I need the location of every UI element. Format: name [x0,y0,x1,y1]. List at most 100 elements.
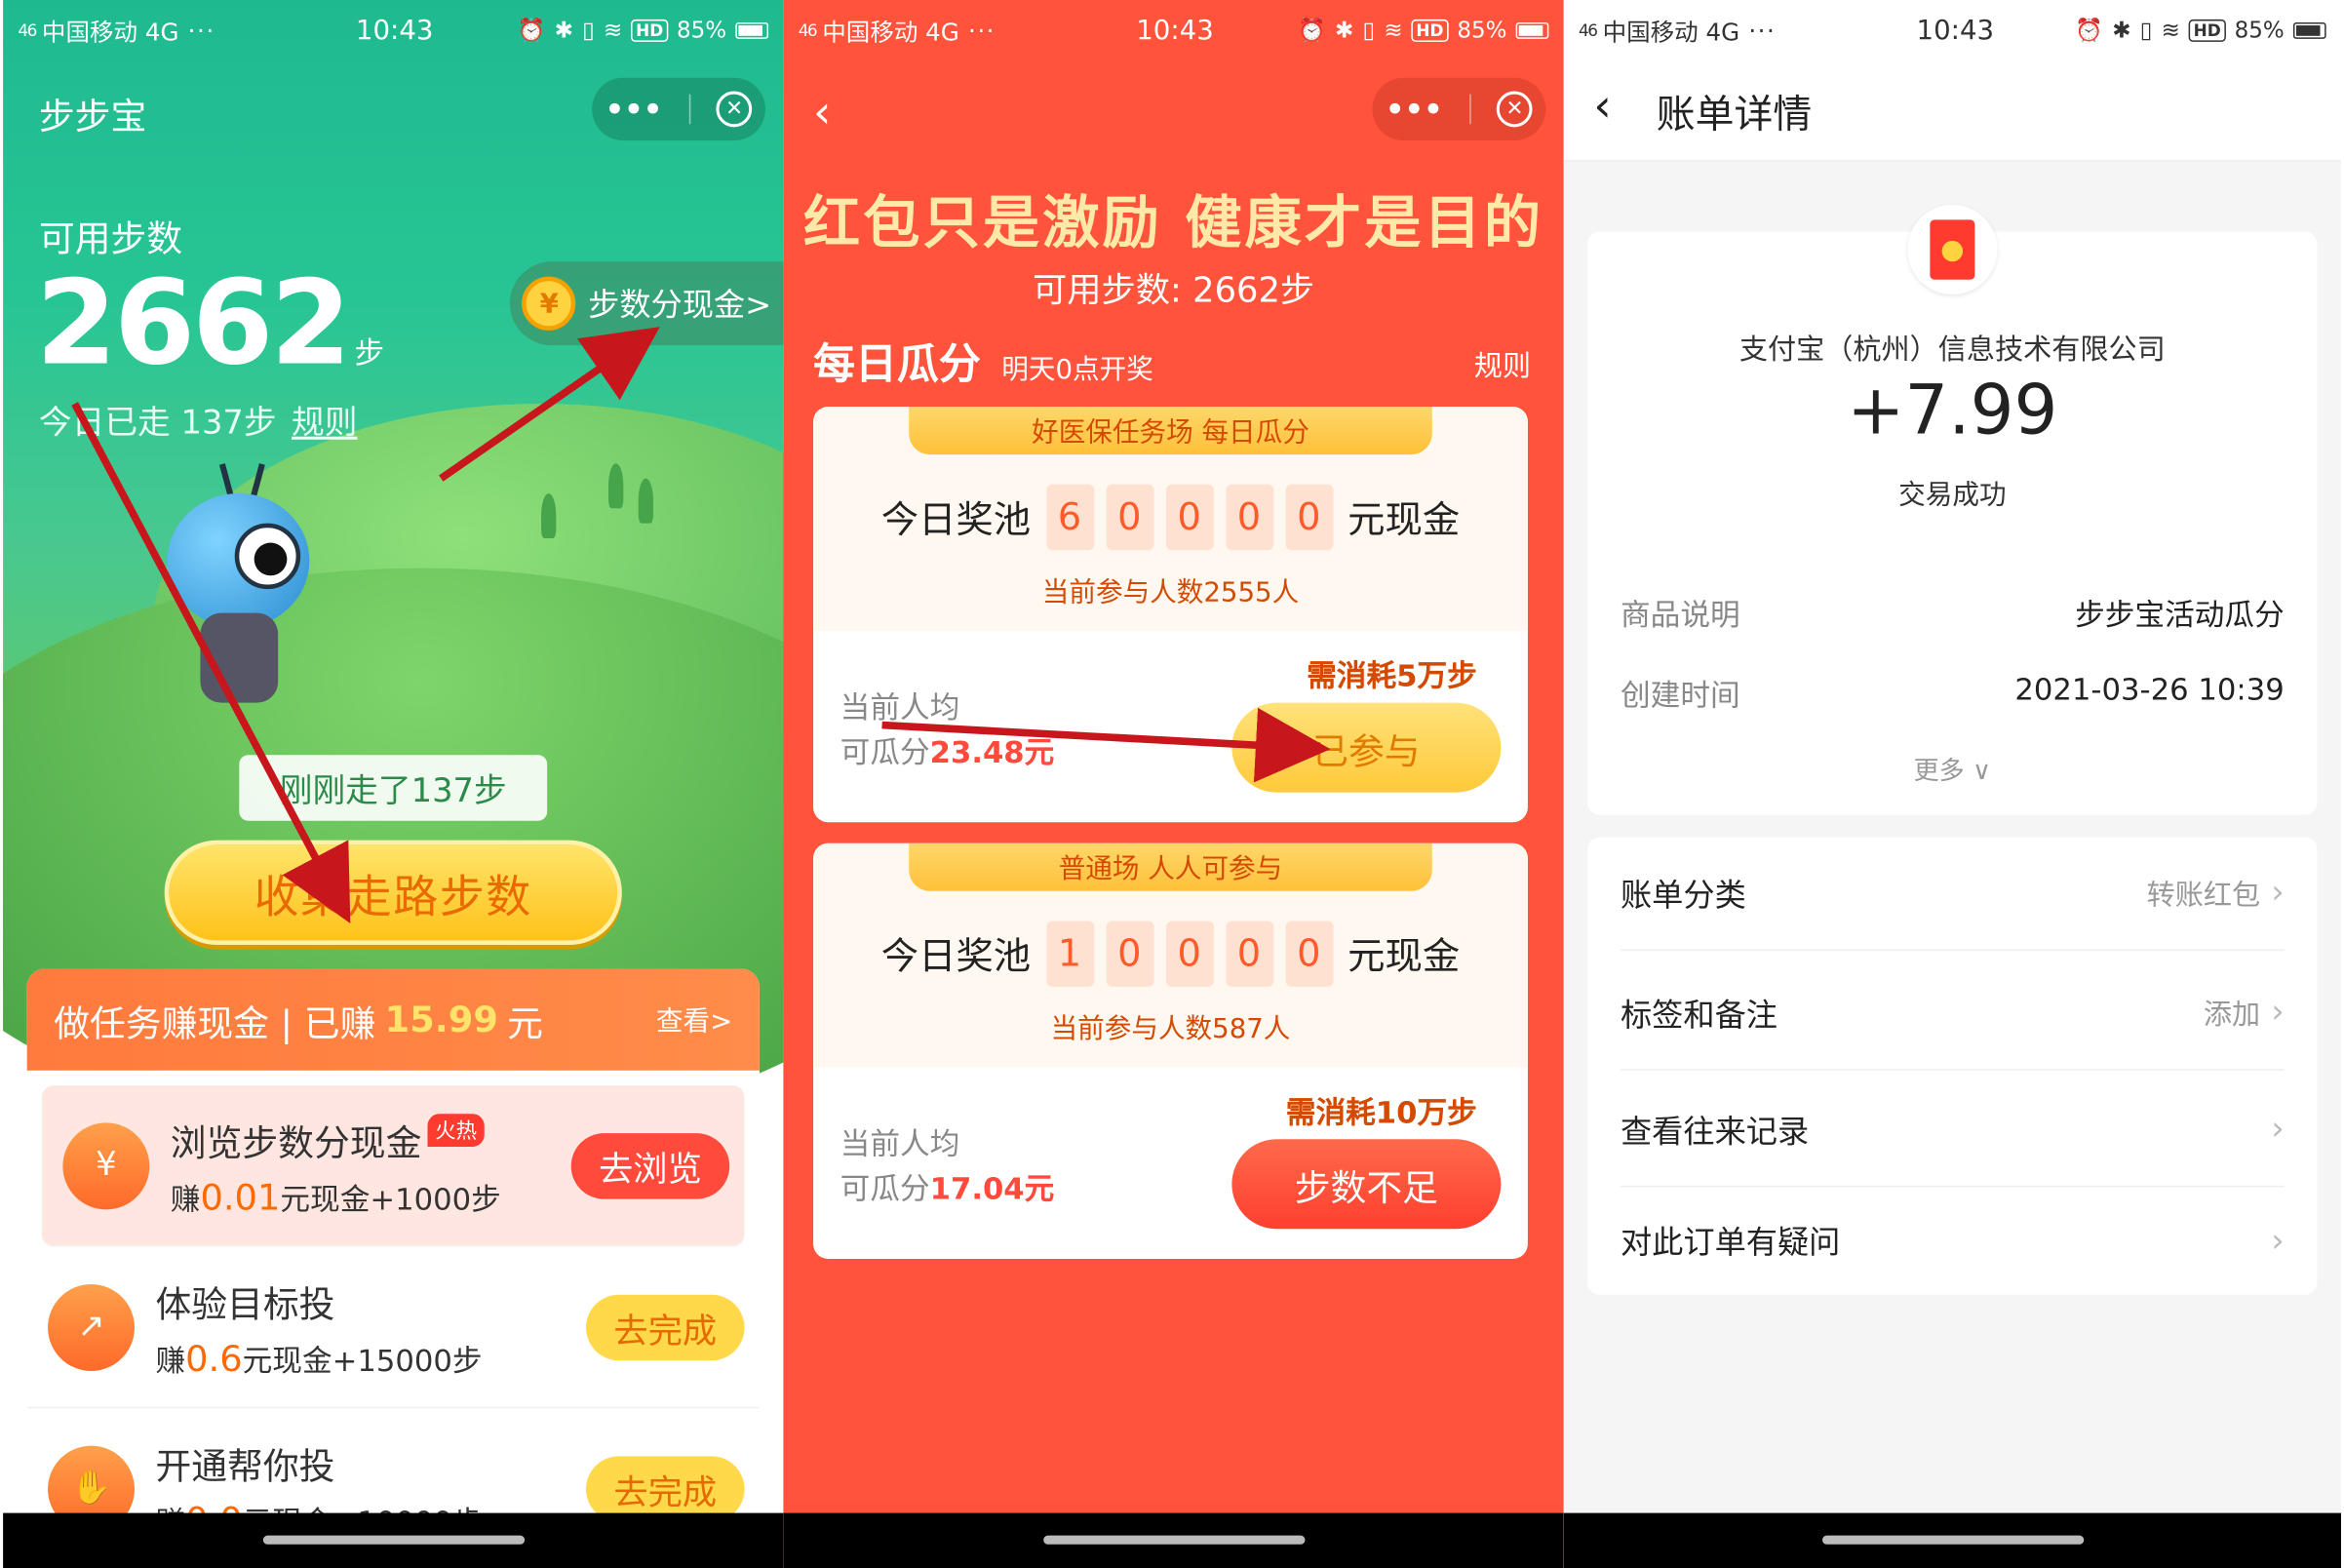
close-icon[interactable]: ✕ [1497,91,1533,128]
bill-category-row[interactable]: 账单分类 转账红包 › [1620,838,2285,952]
screenshot-canvas: 46 中国移动 4G ··· 10:43 ⏰ ✱ ▯ ≋ HD 85% 步步宝 … [0,0,2344,1568]
insufficient-steps-button[interactable]: 步数不足 [1231,1139,1502,1230]
row-label: 查看往来记录 [1620,1113,1810,1150]
daily-split-title: 每日瓜分 明天0点开奖 [813,332,1153,391]
row-label: 账单分类 [1620,877,1746,914]
available-steps: 可用步数: 2662步 [1032,272,1315,311]
more-dots-icon[interactable]: ••• [606,92,663,128]
status-bar: 46 中国移动 4G ··· 10:43 ⏰ ✱ ▯ ≋ HD 85% [783,0,1563,59]
clock: 10:43 [1916,14,1995,46]
created-time-row: 创建时间 2021-03-26 10:39 [1621,671,2285,714]
description-row: 商品说明 步步宝活动瓜分 [1621,591,2285,634]
slogan: 红包只是激励 健康才是目的 [802,189,1544,256]
steps-required: 需消耗5万步 [1307,657,1477,694]
signal-icon: 46 [798,20,818,40]
collect-steps-button[interactable]: 收集走路步数 [164,840,622,945]
chart-up-icon: ↗ [48,1283,135,1371]
view-more-link[interactable]: 查看> [656,1000,732,1039]
reward-suffix: 元现金+15000步 [242,1342,483,1378]
carrier-label: 中国移动 4G [41,18,179,47]
alarm-icon: ⏰ [2075,16,2104,44]
battery-icon [735,21,769,39]
pool-digit: 0 [1105,484,1153,551]
steps-to-cash-button[interactable]: ¥ 步数分现金> [510,261,784,346]
page-title: 账单详情 [1656,93,1813,138]
avg-value: 17.04元 [929,1170,1055,1207]
back-arrow-icon[interactable]: ‹ [813,87,831,139]
today-walked-text: 今日已走 137步 [38,405,277,443]
task-text: 体验目标投 赚0.6元现金+15000步 [155,1274,482,1379]
row-label: 对此订单有疑问 [1620,1224,1841,1261]
task-title: 体验目标投 [155,1283,335,1326]
more-dots-icon[interactable]: ••• [1386,92,1443,128]
row-label: 标签和备注 [1620,996,1778,1033]
per-person-share: 当前人均 可瓜分23.48元 [840,685,1055,774]
back-arrow-icon[interactable]: ‹ [1593,81,1611,134]
pool-unit: 元现金 [1348,934,1461,978]
status-bar: 46 中国移动 4G ··· 10:43 ⏰ ✱ ▯ ≋ HD 85% [1563,0,2341,60]
vibrate-icon: ▯ [2139,16,2153,44]
hd-icon: HD [631,19,668,42]
clock: 10:43 [1136,14,1214,46]
mini-program-capsule: ••• ✕ [1372,77,1546,141]
complete-button[interactable]: 去完成 [586,1293,745,1360]
pool-unit: 元现金 [1348,497,1461,542]
rules-link[interactable]: 规则 [292,405,357,442]
reward-prefix: 赚 [155,1342,186,1378]
status-bar: 46 中国移动 4G ··· 10:43 ⏰ ✱ ▯ ≋ HD 85% [3,0,783,59]
per-person-share: 当前人均 可瓜分17.04元 [840,1121,1055,1211]
options-card: 账单分类 转账红包 › 标签和备注 添加 › 查看往来记录 › 对此订单有疑问 › [1587,837,2318,1298]
browse-button[interactable]: 去浏览 [570,1132,730,1198]
row-value: 步步宝活动瓜分 [2075,596,2285,633]
panel-daily-split: 46 中国移动 4G ··· 10:43 ⏰ ✱ ▯ ≋ HD 85% ‹ ••… [783,0,1564,1568]
bluetooth-icon: ✱ [2112,16,2131,44]
tags-notes-row[interactable]: 标签和备注 添加 › [1620,957,2285,1071]
pool-digit: 0 [1284,921,1333,987]
battery-percent: 85% [2234,16,2285,44]
order-question-row[interactable]: 对此订单有疑问 › [1621,1184,2285,1298]
pool-tag: 普通场 人人可参与 [909,843,1432,891]
steps-required: 需消耗10万步 [1285,1094,1477,1131]
vibrate-icon: ▯ [1362,16,1376,44]
row-value: 2021-03-26 10:39 [2014,671,2285,708]
complete-button[interactable]: 去完成 [586,1455,745,1522]
joined-button[interactable]: 已参与 [1231,702,1502,793]
home-indicator[interactable] [1821,1535,2085,1545]
walked-bubble: 刚刚走了137步 [239,755,548,821]
red-envelope-icon [1907,205,1998,295]
chevron-right-icon: › [2271,994,2285,1032]
wifi-icon: ≋ [604,16,623,44]
history-row[interactable]: 查看往来记录 › [1620,1074,2285,1188]
pool-digit: 0 [1225,921,1273,987]
panel-bill-detail: 46 中国移动 4G ··· 10:43 ⏰ ✱ ▯ ≋ HD 85% ‹ 账单… [1563,0,2341,1568]
battery-percent: 85% [677,16,727,44]
page-header: ‹ 账单详情 [1563,59,2341,162]
home-indicator[interactable] [262,1535,526,1545]
system-nav-bar [783,1512,1564,1568]
mini-program-capsule: ••• ✕ [592,77,765,141]
tree-decoration [608,463,624,509]
system-nav-bar [1563,1512,2341,1568]
transaction-amount: +7.99 [1847,369,2058,451]
signal-icon: 46 [18,20,37,40]
rules-link[interactable]: 规则 [1474,344,1531,384]
ant-mascot [167,463,317,732]
notification-dots: ··· [968,16,996,45]
home-indicator[interactable] [1043,1535,1306,1545]
pool-digit: 0 [1105,921,1153,987]
pool-digit: 6 [1045,484,1094,551]
prize-pool-card: 好医保任务场 每日瓜分 今日奖池 6 0 0 0 0 元现金 当前参与人数255… [813,407,1528,823]
earned-amount: 15.99 [384,999,498,1041]
notification-dots: ··· [187,16,215,45]
task-reward: 赚0.6元现金+15000步 [155,1336,482,1379]
steps-counter: 2662 步 [36,257,384,392]
chevron-right-icon: › [2271,1111,2285,1149]
pool-bottom: 当前人均 可瓜分23.48元 需消耗5万步 已参与 [813,631,1528,822]
capsule-divider [1468,94,1471,125]
more-toggle[interactable]: 更多 ∨ [1587,749,2317,787]
row-value: 转账红包 [2146,879,2261,913]
bluetooth-icon: ✱ [1334,16,1354,44]
daily-title-text: 每日瓜分 [813,339,981,389]
signal-icon: 46 [1579,20,1598,40]
close-icon[interactable]: ✕ [716,91,753,128]
